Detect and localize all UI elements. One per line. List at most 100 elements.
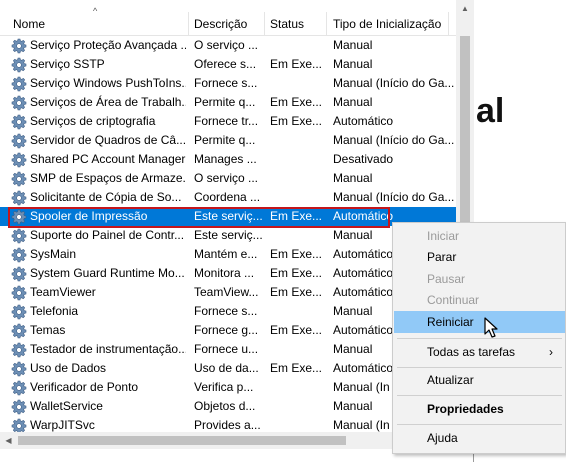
service-row[interactable]: TeamViewer TeamView... Em Exe... Automático: [0, 283, 456, 302]
service-row[interactable]: Serviços de Área de Trabalh... Permite q.…: [0, 93, 456, 112]
menu-separator: [397, 395, 562, 396]
gear-icon: [11, 95, 27, 111]
service-status: Em Exe...: [270, 323, 323, 337]
horizontal-scroll-thumb[interactable]: [18, 436, 346, 445]
service-description: TeamView...: [194, 285, 259, 299]
column-header-startup-type[interactable]: Tipo de Inicialização: [333, 16, 441, 36]
scroll-up-icon[interactable]: ▲: [456, 0, 474, 17]
service-row[interactable]: WalletService Objetos d... Manual: [0, 397, 456, 416]
service-name: System Guard Runtime Mo...: [30, 266, 185, 280]
service-startup-type: Manual (Início do Ga...: [333, 76, 455, 90]
service-status: Em Exe...: [270, 266, 323, 280]
gear-icon: [11, 380, 27, 396]
gear-icon: [11, 114, 27, 130]
service-startup-type: Manual: [333, 38, 373, 52]
service-name: Telefonia: [30, 304, 79, 318]
service-row[interactable]: System Guard Runtime Mo... Monitora ... Em…: [0, 264, 456, 283]
service-name: TeamViewer: [30, 285, 96, 299]
service-status: Em Exe...: [270, 95, 323, 109]
annotation-highlight-box: [8, 207, 390, 228]
service-name: Serviços de criptografia: [30, 114, 156, 128]
service-row[interactable]: Uso de Dados Uso de da... Em Exe... Automát…: [0, 359, 456, 378]
gear-icon: [11, 76, 27, 92]
column-header-description[interactable]: Descrição: [194, 16, 247, 36]
service-name: Uso de Dados: [30, 361, 107, 375]
service-row[interactable]: Serviço Windows PushToIns... Fornece s...…: [0, 74, 456, 93]
service-row[interactable]: Verificador de Ponto Verifica p... Manual …: [0, 378, 456, 397]
gear-icon: [11, 133, 27, 149]
gear-icon: [11, 342, 27, 358]
service-description: Fornece s...: [194, 76, 258, 90]
service-row[interactable]: Telefonia Fornece s... Manual: [0, 302, 456, 321]
menu-item-help[interactable]: Ajuda: [394, 427, 565, 449]
column-divider[interactable]: [326, 12, 327, 36]
column-divider[interactable]: [448, 12, 449, 36]
service-description: Mantém e...: [194, 247, 258, 261]
service-name: Servidor de Quadros de Câ...: [30, 133, 186, 147]
gear-icon: [11, 285, 27, 301]
service-row[interactable]: Servidor de Quadros de Câ... Permite q...…: [0, 131, 456, 150]
mouse-pointer-icon: [484, 317, 498, 338]
service-name: Temas: [30, 323, 66, 337]
service-description: Fornece u...: [194, 342, 259, 356]
menu-item-resume: Continuar: [427, 293, 480, 307]
service-name: Shared PC Account Manager: [30, 152, 186, 166]
menu-item-all-tasks[interactable]: Todas as tarefas ›: [394, 341, 565, 363]
column-header-name[interactable]: Nome: [13, 16, 45, 36]
service-row[interactable]: Testador de instrumentação... Fornece u..…: [0, 340, 456, 359]
gear-icon: [11, 266, 27, 282]
column-divider[interactable]: [264, 12, 265, 36]
menu-item-stop[interactable]: Parar: [394, 246, 565, 268]
service-row[interactable]: Serviço Proteção Avançada ... O serviço .…: [0, 36, 456, 55]
menu-item-properties[interactable]: Propriedades: [394, 398, 565, 420]
service-name: Solicitante de Cópia de So...: [30, 190, 182, 204]
gear-icon: [11, 228, 27, 244]
service-row[interactable]: Serviço SSTP Oferece s... Em Exe... Manual: [0, 55, 456, 74]
menu-item-refresh[interactable]: Atualizar: [394, 369, 565, 391]
service-name: Serviço Windows PushToIns...: [30, 76, 186, 90]
menu-item-restart[interactable]: Reiniciar: [394, 311, 565, 333]
service-status: Em Exe...: [270, 361, 323, 375]
service-startup-type: Manual: [333, 57, 373, 71]
gear-icon: [11, 361, 27, 377]
service-name: WalletService: [30, 399, 103, 413]
service-description: Permite q...: [194, 95, 256, 109]
service-row[interactable]: SysMain Mantém e... Em Exe... Automático: [0, 245, 456, 264]
horizontal-scrollbar[interactable]: ◀: [0, 432, 456, 449]
column-header-row: ^ Nome Descrição Status Tipo de Iniciali…: [0, 0, 456, 36]
menu-separator: [397, 338, 562, 339]
service-row[interactable]: Shared PC Account Manager Manages ... Desa…: [0, 150, 456, 169]
service-name: SysMain: [30, 247, 77, 261]
menu-separator: [397, 367, 562, 368]
service-description: Fornece s...: [194, 304, 258, 318]
service-row[interactable]: Serviços de criptografia Fornece tr... Em …: [0, 112, 456, 131]
gear-icon: [11, 190, 27, 206]
column-header-status[interactable]: Status: [270, 16, 304, 36]
menu-item-all-tasks-label: Todas as tarefas: [427, 345, 516, 359]
gear-icon: [11, 171, 27, 187]
service-name: Verificador de Ponto: [30, 380, 139, 394]
service-description: O serviço ...: [194, 38, 259, 52]
service-row[interactable]: Suporte do Painel de Contr... Este serviç…: [0, 226, 456, 245]
gear-icon: [11, 399, 27, 415]
service-startup-type: Manual (Início do Ga...: [333, 133, 455, 147]
service-status: Em Exe...: [270, 114, 323, 128]
service-startup-type: Manual: [333, 95, 373, 109]
service-status: Em Exe...: [270, 285, 323, 299]
service-startup-type: Automático: [333, 114, 394, 128]
service-description: Fornece tr...: [194, 114, 259, 128]
service-startup-type: Desativado: [333, 152, 394, 166]
service-description: Permite q...: [194, 133, 256, 147]
gear-icon: [11, 304, 27, 320]
service-name: SMP de Espaços de Armaze...: [30, 171, 186, 185]
service-description: Monitora ...: [194, 266, 255, 280]
service-row[interactable]: SMP de Espaços de Armaze... O serviço ...…: [0, 169, 456, 188]
service-startup-type: Manual (Início do Ga...: [333, 190, 455, 204]
menu-separator: [397, 424, 562, 425]
column-divider[interactable]: [188, 12, 189, 36]
scroll-left-icon[interactable]: ◀: [0, 432, 17, 449]
chevron-right-icon: ›: [549, 345, 553, 359]
service-row[interactable]: Temas Fornece g... Em Exe... Automático: [0, 321, 456, 340]
service-description: Manages ...: [194, 152, 257, 166]
service-row[interactable]: Solicitante de Cópia de So... Coordena ..…: [0, 188, 456, 207]
